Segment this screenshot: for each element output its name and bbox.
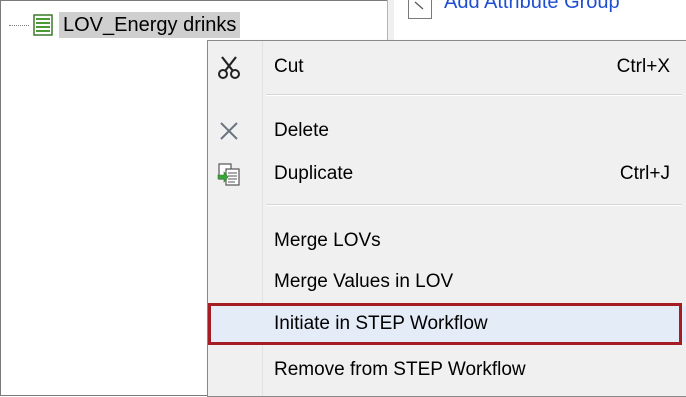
- menu-item-shortcut: Ctrl+X: [616, 56, 670, 77]
- tree-node-label: LOV_Energy drinks: [59, 12, 241, 38]
- menu-item-label: Duplicate: [274, 163, 354, 184]
- menu-separator: [266, 94, 682, 96]
- scissors-icon: [216, 54, 242, 80]
- menu-item-label: Delete: [274, 120, 329, 141]
- highlight-outline: [208, 303, 682, 345]
- menu-item-duplicate[interactable]: Duplicate Ctrl+J: [208, 156, 686, 192]
- menu-item-shortcut: Ctrl+J: [619, 163, 670, 184]
- list-of-values-icon: [32, 14, 54, 36]
- duplicate-icon: [216, 161, 242, 187]
- delete-x-icon: [216, 118, 242, 144]
- right-pane: Add Attribute Group: [394, 0, 686, 40]
- menu-separator: [266, 204, 682, 206]
- menu-item-delete[interactable]: Delete: [208, 113, 686, 149]
- menu-item-cut[interactable]: Cut Ctrl+X: [208, 49, 686, 85]
- menu-item-label: Cut: [274, 56, 304, 77]
- tree-node-lov-energy-drinks[interactable]: LOV_Energy drinks: [9, 11, 241, 39]
- menu-item-label: Remove from STEP Workflow: [274, 359, 526, 380]
- context-menu: Cut Ctrl+X Delete Duplicate Ctrl+J Merge…: [207, 40, 686, 397]
- menu-item-remove-from-step-workflow[interactable]: Remove from STEP Workflow: [208, 352, 686, 388]
- menu-item-merge-values-in-lov[interactable]: Merge Values in LOV: [208, 264, 686, 300]
- tree-connector: [9, 24, 29, 26]
- add-attribute-group-link[interactable]: Add Attribute Group: [444, 0, 620, 14]
- menu-item-merge-lovs[interactable]: Merge LOVs: [208, 223, 686, 259]
- menu-item-label: Merge Values in LOV: [274, 271, 454, 292]
- attribute-group-icon: [408, 0, 432, 19]
- menu-item-label: Merge LOVs: [274, 230, 381, 251]
